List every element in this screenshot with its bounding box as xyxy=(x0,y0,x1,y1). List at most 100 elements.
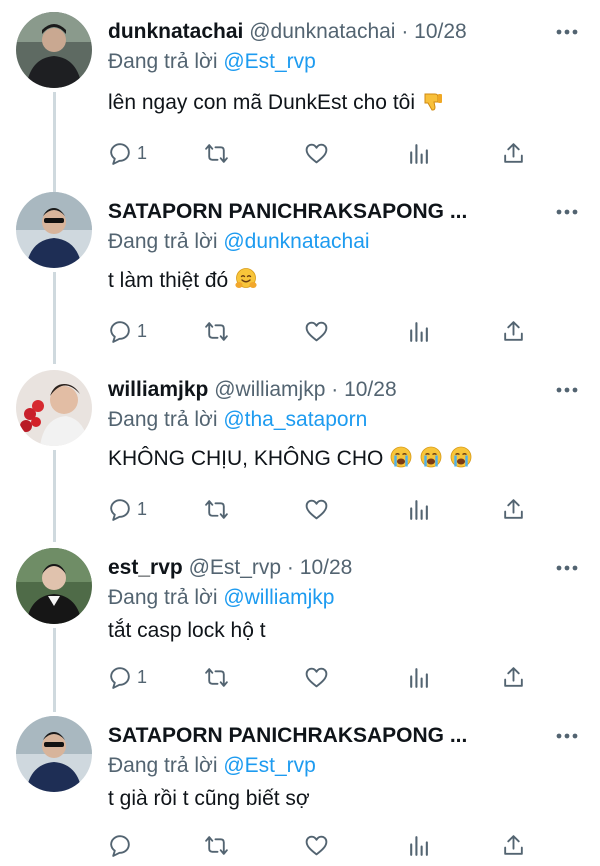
replying-to: Đang trả lời @Est_rvp xyxy=(108,48,316,76)
like-button[interactable] xyxy=(304,138,329,168)
replying-to: Đang trả lời @tha_sataporn xyxy=(108,406,367,434)
crying-face-emoji xyxy=(449,445,473,469)
display-name[interactable]: SATAPORN PANICHRAKSAPONG ... xyxy=(108,724,467,747)
thumbs-down-emoji xyxy=(421,89,445,113)
reply-button[interactable]: 1 xyxy=(108,662,147,692)
tweet-date[interactable]: 10/28 xyxy=(300,556,353,579)
more-options-icon[interactable] xyxy=(554,722,580,750)
replying-to-prefix: Đang trả lời xyxy=(108,408,224,431)
analytics-button[interactable] xyxy=(406,494,431,524)
avatar[interactable] xyxy=(16,370,92,446)
analytics-icon xyxy=(410,667,428,688)
reply-icon xyxy=(110,320,130,343)
crying-face-emoji xyxy=(389,445,413,469)
heart-icon xyxy=(305,321,328,341)
reply-button[interactable]: 1 xyxy=(108,316,147,346)
reply-icon xyxy=(110,498,130,521)
avatar[interactable] xyxy=(16,192,92,268)
retweet-button[interactable] xyxy=(204,494,229,524)
tweet-text: t làm thiệt đó xyxy=(108,266,258,296)
mention-link[interactable]: @tha_sataporn xyxy=(223,408,367,431)
share-button[interactable] xyxy=(501,138,526,168)
avatar[interactable] xyxy=(16,12,92,88)
more-options-icon[interactable] xyxy=(554,18,580,46)
tweet-actions: 1 xyxy=(108,494,538,524)
more-options-icon[interactable] xyxy=(554,198,580,226)
reply-button[interactable] xyxy=(108,830,137,860)
mention-link[interactable]: @Est_rvp xyxy=(223,50,316,73)
retweet-button[interactable] xyxy=(204,830,229,860)
tweet-header: est_rvp @Est_rvp · 10/28 xyxy=(108,554,540,582)
tweet[interactable]: dunknatachai @dunknatachai · 10/28 Đang … xyxy=(0,4,600,180)
tweet-text: lên ngay con mã DunkEst cho tôi xyxy=(108,88,445,118)
username[interactable]: @Est_rvp xyxy=(189,556,282,579)
like-button[interactable] xyxy=(304,316,329,346)
tweet[interactable]: SATAPORN PANICHRAKSAPONG ... Đang trả lờ… xyxy=(0,184,600,360)
retweet-button[interactable] xyxy=(204,316,229,346)
replying-to: Đang trả lời @williamjkp xyxy=(108,584,335,612)
tweet-header: dunknatachai @dunknatachai · 10/28 xyxy=(108,18,540,46)
analytics-button[interactable] xyxy=(406,662,431,692)
tweet-header: SATAPORN PANICHRAKSAPONG ... xyxy=(108,198,540,226)
more-options-icon[interactable] xyxy=(554,554,580,582)
tweet-text-content: t già rồi t cũng biết sợ xyxy=(108,787,310,810)
share-icon xyxy=(504,666,523,687)
replying-to: Đang trả lời @Est_rvp xyxy=(108,752,316,780)
analytics-button[interactable] xyxy=(406,830,431,860)
display-name[interactable]: est_rvp xyxy=(108,556,183,579)
tweet[interactable]: est_rvp @Est_rvp · 10/28 Đang trả lời @w… xyxy=(0,540,600,710)
separator-dot: · xyxy=(401,20,409,43)
replying-to: Đang trả lời @dunknatachai xyxy=(108,228,370,256)
crying-face-emoji xyxy=(419,445,443,469)
tweet-text: tắt casp lock hộ t xyxy=(108,616,266,646)
tweet[interactable]: SATAPORN PANICHRAKSAPONG ... Đang trả lờ… xyxy=(0,708,600,866)
retweet-button[interactable] xyxy=(204,662,229,692)
reply-icon xyxy=(110,142,130,165)
reply-count: 1 xyxy=(137,498,148,519)
retweet-icon xyxy=(205,143,228,163)
like-button[interactable] xyxy=(304,662,329,692)
reply-icon xyxy=(110,666,130,689)
like-button[interactable] xyxy=(304,494,329,524)
retweet-icon xyxy=(205,321,228,341)
mention-link[interactable]: @dunknatachai xyxy=(223,230,369,253)
reply-count: 1 xyxy=(137,142,148,163)
replying-to-prefix: Đang trả lời xyxy=(108,50,224,73)
heart-icon xyxy=(305,499,328,519)
reply-count: 1 xyxy=(137,666,148,687)
display-name[interactable]: williamjkp xyxy=(108,378,208,401)
share-icon xyxy=(504,320,523,341)
retweet-button[interactable] xyxy=(204,138,229,168)
display-name[interactable]: SATAPORN PANICHRAKSAPONG ... xyxy=(108,200,467,223)
tweet-date[interactable]: 10/28 xyxy=(414,20,467,43)
mention-link[interactable]: @williamjkp xyxy=(223,586,334,609)
reply-button[interactable]: 1 xyxy=(108,494,147,524)
replying-to-prefix: Đang trả lời xyxy=(108,230,224,253)
tweet-date[interactable]: 10/28 xyxy=(344,378,397,401)
share-button[interactable] xyxy=(501,662,526,692)
tweet-text-content: t làm thiệt đó xyxy=(108,269,229,292)
like-button[interactable] xyxy=(304,830,329,860)
share-button[interactable] xyxy=(501,494,526,524)
display-name[interactable]: dunknatachai xyxy=(108,20,243,43)
share-button[interactable] xyxy=(501,830,526,860)
tweet[interactable]: williamjkp @williamjkp · 10/28 Đang trả … xyxy=(0,362,600,540)
replying-to-prefix: Đang trả lời xyxy=(108,586,224,609)
share-button[interactable] xyxy=(501,316,526,346)
retweet-icon xyxy=(205,667,228,687)
tweet-header: SATAPORN PANICHRAKSAPONG ... xyxy=(108,722,540,750)
retweet-icon xyxy=(205,835,228,855)
mention-link[interactable]: @Est_rvp xyxy=(223,754,316,777)
more-options-icon[interactable] xyxy=(554,376,580,404)
analytics-button[interactable] xyxy=(406,138,431,168)
tweet-text-content: tắt casp lock hộ t xyxy=(108,619,266,642)
reply-button[interactable]: 1 xyxy=(108,138,147,168)
username[interactable]: @dunknatachai xyxy=(249,20,395,43)
avatar[interactable] xyxy=(16,548,92,624)
username[interactable]: @williamjkp xyxy=(214,378,325,401)
heart-icon xyxy=(305,667,328,687)
tweet-actions: 1 xyxy=(108,138,538,168)
analytics-button[interactable] xyxy=(406,316,431,346)
analytics-icon xyxy=(410,499,428,520)
avatar[interactable] xyxy=(16,716,92,792)
